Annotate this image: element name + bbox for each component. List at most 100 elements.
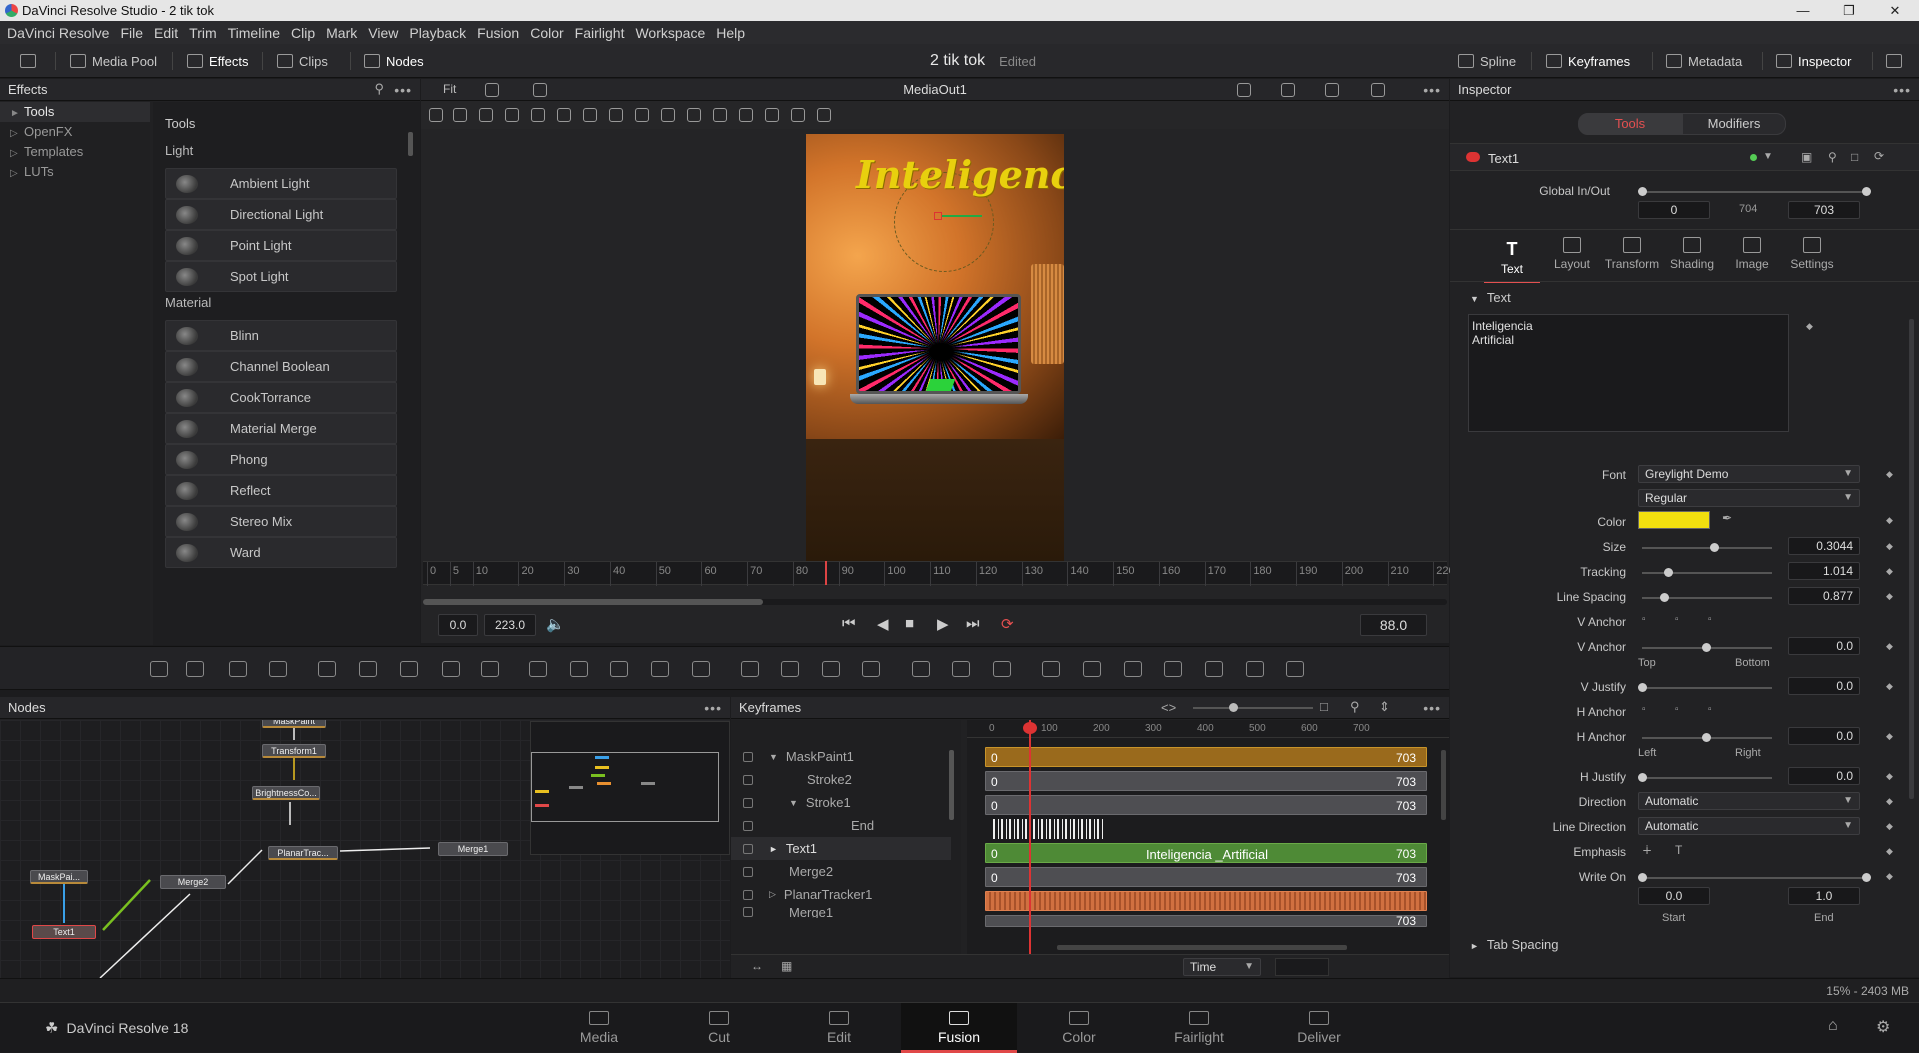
track-merge1[interactable]: Merge1 [731, 906, 951, 918]
tool-cooktorrance[interactable]: CookTorrance [165, 382, 397, 413]
global-out-knob[interactable] [1862, 187, 1871, 196]
viewer-options-icon[interactable]: ••• [1423, 82, 1441, 98]
size-field[interactable]: 0.3044 [1788, 537, 1860, 555]
menu-clip[interactable]: Clip [291, 25, 315, 41]
h-justify-knob[interactable] [1638, 773, 1647, 782]
global-in-knob[interactable] [1638, 187, 1647, 196]
inspector-scrollbar[interactable] [1909, 319, 1914, 799]
brush-icon[interactable] [453, 108, 467, 122]
channel-booleans-icon[interactable] [570, 661, 588, 677]
time-mode-dropdown[interactable]: Time ▼ [1183, 958, 1261, 976]
transform-tool-icon[interactable] [692, 661, 710, 677]
subtab-image[interactable]: Image [1724, 237, 1780, 271]
v-justify-field[interactable]: 0.0 [1788, 677, 1860, 695]
keyframes-vscroll[interactable] [1441, 750, 1446, 820]
panel-toggle-button[interactable] [20, 44, 36, 78]
line-direction-dropdown[interactable]: Automatic ▼ [1638, 817, 1860, 835]
clips-button[interactable]: Clips [277, 44, 328, 78]
polygon-mask-icon[interactable] [822, 661, 840, 677]
chevron-down-icon[interactable]: ▼ [789, 798, 798, 808]
tree-item-luts[interactable]: ▷ LUTs [0, 162, 150, 182]
track-planartracker1[interactable]: ▷ PlanarTracker1 [731, 883, 951, 906]
menu-color[interactable]: Color [530, 25, 563, 41]
tool-phong[interactable]: Phong [165, 444, 397, 475]
keyframe-diamond-icon[interactable]: ◆ [1886, 469, 1893, 480]
go-to-start-icon[interactable]: ⏮ [842, 615, 856, 632]
node-planartracker[interactable]: PlanarTrac... [268, 846, 338, 860]
keyframe-diamond-icon[interactable]: ◆ [1886, 771, 1893, 782]
node-navigator[interactable] [530, 721, 730, 855]
tool-ambient-light[interactable]: Ambient Light [165, 168, 397, 199]
nodes-options-icon[interactable]: ••• [704, 700, 722, 716]
spline-button[interactable]: Spline [1458, 44, 1516, 78]
text-tool-icon[interactable] [229, 661, 247, 677]
chevron-right-icon[interactable]: ► [769, 844, 778, 854]
tool-material-merge[interactable]: Material Merge [165, 413, 397, 444]
range-start-field[interactable]: 0.0 [438, 614, 478, 636]
tree-item-tools[interactable]: ► Tools [0, 102, 150, 122]
lock-icon[interactable] [743, 907, 753, 917]
global-out-field[interactable]: 703 [1788, 201, 1860, 219]
bar-planartracker1[interactable] [985, 891, 1427, 911]
navigator-viewport[interactable] [531, 752, 719, 822]
bar-merge2[interactable]: 0 703 [985, 867, 1427, 887]
h-justify-field[interactable]: 0.0 [1788, 767, 1860, 785]
zoom-slider[interactable] [1193, 703, 1313, 712]
keyframe-diamond-icon[interactable]: ◆ [1886, 641, 1893, 652]
step-back-icon[interactable]: ◀ [877, 615, 889, 633]
paint-tool-icon[interactable] [429, 108, 443, 122]
particle-emitter-icon[interactable] [912, 661, 930, 677]
write-on-start-field[interactable]: 0.0 [1638, 887, 1710, 905]
keyframe-diamond-icon[interactable]: ◆ [1886, 541, 1893, 552]
size-slider[interactable] [1642, 547, 1772, 549]
node-merge2[interactable]: Merge2 [160, 875, 226, 889]
global-in-field[interactable]: 0 [1638, 201, 1710, 219]
h-anchor-field[interactable]: 0.0 [1788, 727, 1860, 745]
playhead-handle[interactable] [1023, 722, 1037, 734]
merge-tool-icon[interactable] [529, 661, 547, 677]
eyedropper-icon[interactable]: ✒ [1722, 511, 1732, 525]
delete-stroke-icon[interactable] [791, 108, 805, 122]
menu-file[interactable]: File [120, 25, 143, 41]
transform-icon[interactable] [739, 108, 753, 122]
underline-icon[interactable]: T [1675, 843, 1682, 857]
align-middle-icon[interactable]: ▫ [1675, 614, 1679, 625]
color-corrector-icon[interactable] [481, 661, 499, 677]
page-fairlight[interactable]: Fairlight [1141, 1003, 1257, 1053]
bar-maskpaint1[interactable]: 0 703 [985, 747, 1427, 767]
rotate-icon[interactable] [713, 108, 727, 122]
fit-icon[interactable]: <> [1161, 700, 1176, 715]
subtab-layout[interactable]: Layout [1544, 237, 1600, 271]
current-frame-field[interactable]: 88.0 [1360, 614, 1427, 636]
zoom-icon[interactable]: ⚲ [1350, 699, 1360, 715]
v-anchor-knob[interactable] [1702, 643, 1711, 652]
menu-edit[interactable]: Edit [154, 25, 178, 41]
inspector-options-icon[interactable]: ••• [1893, 82, 1911, 98]
font-style-dropdown[interactable]: Regular ▼ [1638, 489, 1860, 507]
lock-icon[interactable] [743, 820, 753, 831]
restore-icon[interactable]: ❐ [1826, 0, 1872, 21]
keyframes-playhead[interactable] [1029, 720, 1031, 954]
viewer-canvas[interactable]: Inteligenc [806, 134, 1064, 562]
image-plane-3d-icon[interactable] [1042, 661, 1060, 677]
tracking-field[interactable]: 1.014 [1788, 562, 1860, 580]
node-maskpaint-top[interactable]: MaskPaint [262, 720, 326, 728]
shape-3d-icon[interactable] [1205, 661, 1223, 677]
dual-view-icon[interactable] [1371, 83, 1385, 97]
lock-icon[interactable] [743, 889, 753, 900]
nodes-button[interactable]: Nodes [364, 44, 424, 78]
metadata-button[interactable]: Metadata [1666, 44, 1742, 78]
node-graph[interactable]: MaskPai... Text1 Merge2 PlanarTrac... Me… [0, 720, 730, 978]
time-value-field[interactable] [1275, 958, 1329, 976]
v-justify-knob[interactable] [1638, 683, 1647, 692]
lock-icon[interactable] [743, 797, 753, 808]
keyframes-button[interactable]: Keyframes [1546, 44, 1630, 78]
viewer-scrollbar[interactable] [423, 599, 1447, 605]
keyframe-diamond-icon[interactable]: ◆ [1886, 821, 1893, 832]
text-3d-icon[interactable] [1124, 661, 1142, 677]
keyframe-diamond-icon[interactable]: ◆ [1886, 515, 1893, 526]
ellipse-mask-icon[interactable] [781, 661, 799, 677]
line-icon[interactable] [661, 108, 675, 122]
inspector-button[interactable]: Inspector [1776, 44, 1851, 78]
spotlight-3d-icon[interactable] [1286, 661, 1304, 677]
